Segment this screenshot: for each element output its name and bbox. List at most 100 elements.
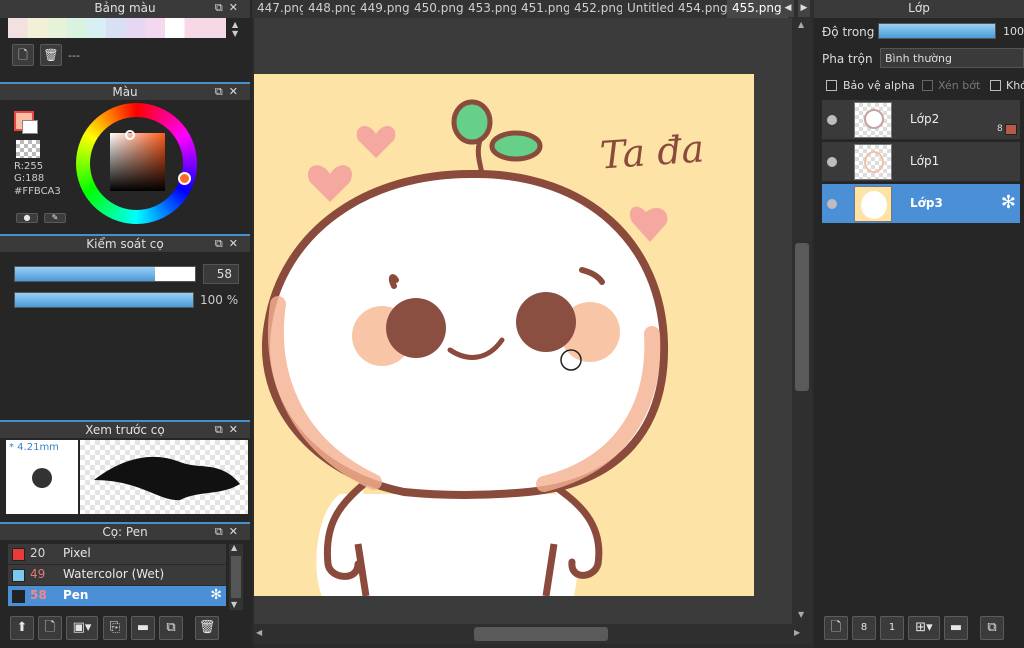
layer-name: Lớp1 [910, 154, 940, 168]
background-color-swatch[interactable] [22, 120, 38, 134]
brush-control-title-text: Kiểm soát cọ [86, 237, 164, 251]
document-tab[interactable]: 451.png [516, 0, 577, 18]
new-8bit-layer-icon[interactable]: 8 [852, 616, 876, 640]
gear-icon[interactable]: ✻ [210, 587, 222, 603]
panel-popout-close-icons[interactable]: ⧉✕ [215, 524, 244, 540]
clipping-checkbox[interactable] [922, 80, 933, 91]
brush-control-title: Kiểm soát cọ ⧉✕ [0, 234, 250, 252]
blend-mode-label: Pha trộn [822, 52, 873, 66]
brush-list-title: Cọ: Pen ⧉✕ [0, 522, 250, 540]
brush-tip-dot [32, 468, 52, 488]
color-hex-value: #FFBCA3 [14, 186, 61, 197]
color-panel-title: Màu ⧉✕ [0, 82, 250, 100]
canvas-vertical-scrollbar[interactable]: ▲ ▼ [792, 18, 812, 624]
layer-thumbnail [854, 144, 892, 180]
layer-thumbnail [854, 186, 892, 222]
protect-alpha-checkbox[interactable] [826, 80, 837, 91]
layers-panel-title: Lớp [814, 0, 1024, 18]
layer-opacity-slider[interactable] [878, 23, 996, 39]
brush-delete-icon[interactable]: 🗑 [195, 616, 219, 640]
document-tab[interactable]: Untitled [622, 0, 681, 18]
horizontal-scroll-thumb[interactable] [474, 627, 608, 641]
layer-folder-icon[interactable]: ▬ [944, 616, 968, 640]
blend-mode-select[interactable]: Bình thường [880, 48, 1024, 68]
brush-list-scrollbar[interactable]: ▲ ▼ [229, 543, 243, 610]
vertical-scroll-thumb[interactable] [795, 243, 809, 391]
saturation-value-square[interactable] [110, 133, 165, 191]
add-layer-menu-icon[interactable]: ⊞▾ [908, 616, 940, 640]
palette-separator-label: --- [68, 49, 80, 62]
color-mode-button[interactable]: ● [16, 213, 38, 223]
document-tab-active[interactable]: 455.png [727, 0, 788, 18]
brush-name: Pixel [63, 546, 91, 560]
brush-list-title-text: Cọ: Pen [102, 525, 148, 539]
drawing-canvas[interactable]: Ta đa [254, 74, 754, 596]
brush-export-icon[interactable]: ⎘ [103, 616, 127, 640]
layer-opacity-label: Độ trong [822, 25, 875, 39]
tab-scroll-left-icon[interactable]: ◀ [782, 0, 794, 17]
panel-popout-close-icons[interactable]: ⧉✕ [215, 236, 244, 252]
layer-row[interactable]: Lớp1 [822, 142, 1020, 182]
brush-color-swatch [12, 590, 25, 603]
brush-size-value[interactable]: 58 [203, 264, 239, 284]
brush-duplicate-icon[interactable]: ⧉ [159, 616, 183, 640]
layer-row[interactable]: Lớp2 8 [822, 100, 1020, 140]
brush-preview-title-text: Xem trước cọ [85, 423, 165, 437]
palette-swatches[interactable] [8, 18, 226, 38]
layer-row-selected[interactable]: Lớp3 ✻ [822, 184, 1020, 224]
lock-label: Khó [1006, 79, 1024, 92]
layer-visibility-icon[interactable] [827, 115, 837, 125]
document-tab[interactable]: 454.png [673, 0, 734, 18]
brush-opacity-fill [15, 293, 193, 307]
layer-visibility-icon[interactable] [827, 199, 837, 209]
lock-checkbox[interactable] [990, 80, 1001, 91]
brush-color-swatch [12, 569, 25, 582]
layer-name: Lớp2 [910, 112, 940, 126]
palette-panel-title: Bảng màu ⧉✕ [0, 0, 250, 18]
brush-preview-title: Xem trước cọ ⧉✕ [0, 420, 250, 438]
color-r-value: R:255 [14, 161, 44, 172]
document-tab[interactable]: 452.png [569, 0, 630, 18]
gear-icon[interactable]: ✻ [1001, 192, 1016, 213]
brush-item[interactable]: 20 Pixel [8, 544, 226, 565]
new-layer-icon[interactable]: 🗋 [824, 616, 848, 640]
sv-picker-handle[interactable] [125, 130, 135, 140]
brush-cloud-icon[interactable]: ⬆ [10, 616, 34, 640]
panel-popout-close-icons[interactable]: ⧉✕ [215, 0, 244, 16]
document-tab[interactable]: 450.png [409, 0, 470, 18]
brush-number: 49 [30, 567, 46, 581]
heart-right [629, 206, 668, 242]
document-tab[interactable]: 453.png [463, 0, 524, 18]
layer-visibility-icon[interactable] [827, 157, 837, 167]
brush-add-menu-icon[interactable]: ▣▾ [66, 616, 98, 640]
delete-palette-icon[interactable]: 🗑 [40, 44, 62, 66]
transparent-color-swatch[interactable] [16, 140, 40, 158]
canvas-handwritten-text: Ta đa [598, 126, 706, 178]
brush-size-slider[interactable] [14, 266, 196, 282]
layer-opacity-value: 100 [1003, 25, 1024, 38]
brush-item-selected[interactable]: 58 Pen ✻ [8, 586, 226, 607]
duplicate-layer-icon[interactable]: ⧉ [980, 616, 1004, 640]
brush-opacity-slider[interactable] [14, 292, 194, 308]
new-1bit-layer-icon[interactable]: 1 [880, 616, 904, 640]
heart-top [356, 126, 396, 158]
layers-panel [814, 0, 1024, 648]
brush-folder-icon[interactable]: ▬ [131, 616, 155, 640]
panel-popout-close-icons[interactable]: ⧉✕ [215, 84, 244, 100]
layer-color-tag [1005, 124, 1017, 135]
eyedropper-button[interactable]: ✎ [44, 213, 66, 223]
hue-picker-handle[interactable] [178, 172, 191, 185]
palette-scroll-arrows[interactable]: ▲ ▼ [232, 20, 238, 38]
new-palette-icon[interactable]: 🗋 [12, 44, 34, 66]
new-brush-icon[interactable]: 🗋 [38, 616, 62, 640]
brush-tip-preview: * 4.21mm [6, 440, 78, 514]
panel-popout-close-icons[interactable]: ⧉✕ [215, 422, 244, 438]
canvas-horizontal-scrollbar[interactable]: ◀ ▶ [254, 624, 812, 644]
brush-item[interactable]: 49 Watercolor (Wet) [8, 565, 226, 586]
heart-left [308, 165, 352, 202]
color-g-value: G:188 [14, 173, 45, 184]
tab-scroll-right-icon[interactable]: ▶ [798, 0, 810, 17]
layer-badge: 8 [997, 124, 1003, 134]
clipping-label: Xén bớt [938, 79, 981, 92]
document-tab[interactable]: 449.png [355, 0, 416, 18]
